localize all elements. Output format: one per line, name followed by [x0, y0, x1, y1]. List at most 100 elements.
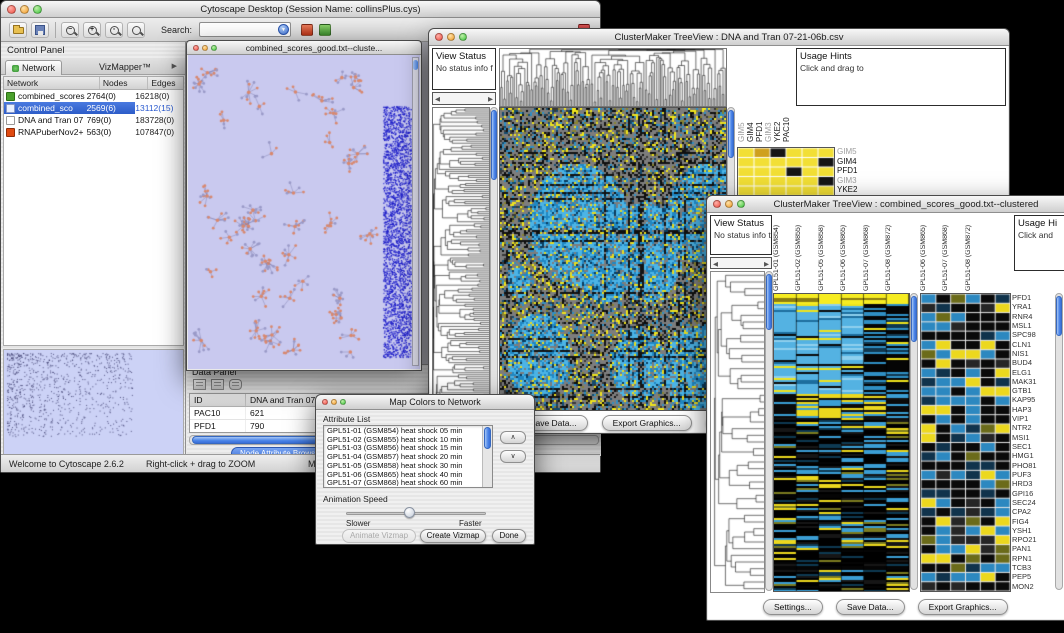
minimize-button[interactable] [331, 399, 337, 405]
vscrollbar-thumb[interactable] [911, 296, 917, 342]
gene-label[interactable]: GTB1 [1012, 386, 1054, 395]
gene-label[interactable]: PFD1 [837, 166, 862, 176]
attribute-select-icon[interactable] [193, 379, 206, 390]
close-button[interactable] [435, 33, 443, 41]
network-list-row[interactable]: RNAPuberNov2+563(0)107847(0) [4, 126, 183, 138]
gene-label[interactable]: ELG1 [1012, 368, 1054, 377]
network-graph-canvas[interactable] [189, 56, 414, 369]
gene-label[interactable]: CPA2 [1012, 507, 1054, 516]
gene-label[interactable]: YKE2 [837, 185, 862, 195]
title-bar[interactable]: combined_scores_good.txt--cluste... [187, 41, 421, 55]
vscrollbar-thumb[interactable] [766, 274, 772, 330]
search-combo-arrow-icon[interactable]: ▼ [278, 24, 289, 35]
gene-label[interactable]: BUD4 [1012, 358, 1054, 367]
settings-button[interactable]: Settings... [763, 599, 823, 615]
network-overview-canvas[interactable] [4, 350, 183, 454]
gene-label[interactable]: RPO21 [1012, 535, 1054, 544]
plugin-toolbar-icon[interactable] [319, 24, 331, 36]
move-down-button[interactable]: ∨ [500, 450, 526, 463]
network-zoom-slider[interactable] [412, 57, 419, 366]
gene-label[interactable]: NIS1 [1012, 349, 1054, 358]
tab-vizmapper[interactable]: VizMapper™ [93, 60, 157, 75]
gene-label[interactable]: PAN1 [1012, 544, 1054, 553]
move-up-button[interactable]: ∧ [500, 431, 526, 444]
slider-thumb[interactable] [404, 507, 415, 518]
dendrogram-vscrollbar[interactable] [765, 271, 773, 591]
gene-label[interactable]: HMG1 [1012, 451, 1054, 460]
create-vizmap-button[interactable]: Create Vizmap [420, 529, 486, 543]
gene-label[interactable]: CLN1 [1012, 340, 1054, 349]
close-button[interactable] [7, 5, 16, 14]
scroll-right-icon[interactable]: ▶ [764, 260, 769, 268]
listbox-vscrollbar[interactable] [482, 426, 492, 487]
save-session-button[interactable] [31, 22, 49, 38]
export-graphics-button[interactable]: Export Graphics... [918, 599, 1008, 615]
slider-thumb[interactable] [413, 60, 418, 70]
title-bar[interactable]: ClusterMaker TreeView : DNA and Tran 07-… [429, 29, 1009, 46]
gene-label[interactable]: PUF3 [1012, 470, 1054, 479]
gene-label[interactable]: SEC24 [1012, 498, 1054, 507]
mini-hscrollbar[interactable]: ◀ ▶ [432, 92, 496, 105]
vscrollbar-thumb[interactable] [484, 427, 491, 449]
gene-label[interactable]: YSH1 [1012, 526, 1054, 535]
gene-label[interactable]: TCB3 [1012, 563, 1054, 572]
open-session-button[interactable] [9, 22, 27, 38]
export-graphics-button[interactable]: Export Graphics... [602, 415, 692, 431]
gene-label[interactable]: GIM4 [837, 157, 862, 167]
zoom-selected-button[interactable] [127, 22, 145, 38]
heatmap-vscrollbar[interactable] [910, 293, 918, 590]
attribute-import-icon[interactable] [229, 379, 242, 390]
vscrollbar-thumb[interactable] [1056, 296, 1062, 336]
zoom-in-button[interactable]: + [83, 22, 101, 38]
heatmap-canvas[interactable] [773, 293, 910, 592]
scroll-left-icon[interactable]: ◀ [713, 260, 718, 268]
vizmapper-toolbar-icon[interactable] [301, 24, 313, 36]
gene-label[interactable]: PEP5 [1012, 572, 1054, 581]
gene-label[interactable]: MSI1 [1012, 433, 1054, 442]
attribute-create-icon[interactable] [211, 379, 224, 390]
gene-label[interactable]: SPC98 [1012, 330, 1054, 339]
column-dendrogram-canvas[interactable] [499, 48, 727, 107]
gene-label[interactable]: RPN1 [1012, 554, 1054, 563]
gene-label[interactable]: KAP95 [1012, 395, 1054, 404]
vscrollbar-thumb[interactable] [728, 110, 734, 158]
gene-label[interactable]: SEC1 [1012, 442, 1054, 451]
done-button[interactable]: Done [492, 529, 526, 543]
gene-label[interactable]: GIM3 [837, 176, 862, 186]
gene-label[interactable]: PHO81 [1012, 461, 1054, 470]
scroll-right-icon[interactable]: ▶ [488, 95, 493, 103]
save-data-button[interactable]: Save Data... [836, 599, 905, 615]
network-overview-panel[interactable] [3, 349, 184, 455]
zoom-fit-button[interactable]: ▫ [105, 22, 123, 38]
gene-label[interactable]: MON2 [1012, 582, 1054, 591]
col-nodes[interactable]: Nodes [100, 77, 148, 89]
animation-speed-slider[interactable] [346, 512, 486, 515]
chevron-right-icon[interactable]: ▶ [166, 60, 183, 75]
gene-label[interactable]: GPI16 [1012, 489, 1054, 498]
gene-label[interactable]: NTR2 [1012, 423, 1054, 432]
network-list-row[interactable]: DNA and Tran 07769(0)183728(0) [4, 114, 183, 126]
gene-label[interactable]: YRA1 [1012, 302, 1054, 311]
close-button[interactable] [193, 45, 199, 51]
title-bar[interactable]: Map Colors to Network [316, 395, 534, 410]
zoom-heatmap-canvas[interactable] [920, 293, 1011, 592]
network-list-row[interactable]: combined_scores2764(0)16218(0) [4, 90, 183, 102]
heatmap-canvas[interactable] [499, 107, 727, 411]
gene-list-vscrollbar[interactable] [1055, 293, 1063, 590]
col-id[interactable]: ID [190, 394, 246, 406]
gene-label[interactable]: FIG4 [1012, 517, 1054, 526]
close-button[interactable] [713, 200, 721, 208]
gene-label[interactable]: PFD1 [1012, 293, 1054, 302]
gene-label[interactable]: MAK31 [1012, 377, 1054, 386]
gene-label[interactable]: HRD3 [1012, 479, 1054, 488]
title-bar[interactable]: ClusterMaker TreeView : combined_scores_… [707, 196, 1064, 213]
vscrollbar-thumb[interactable] [491, 110, 497, 180]
close-button[interactable] [322, 399, 328, 405]
gene-label[interactable]: RNR4 [1012, 312, 1054, 321]
gene-label[interactable]: MSL1 [1012, 321, 1054, 330]
gene-label[interactable]: HAP3 [1012, 405, 1054, 414]
row-dendrogram-canvas[interactable] [432, 107, 490, 411]
attribute-item[interactable]: GPL51-07 (GSM868) heat shock 60 min [325, 479, 481, 486]
col-network[interactable]: Network [4, 77, 100, 89]
dendrogram-vscrollbar[interactable] [490, 107, 498, 409]
